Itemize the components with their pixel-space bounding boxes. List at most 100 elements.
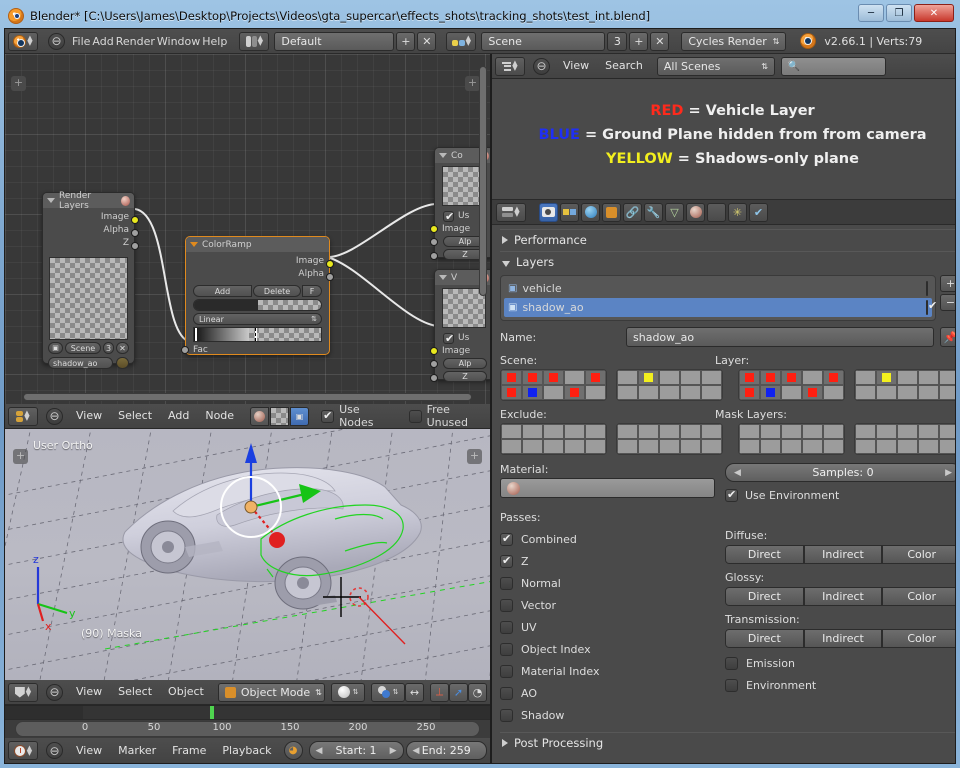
colorramp-f-button[interactable]: F [302,285,322,297]
pass-vector-checkbox[interactable] [500,598,513,612]
layer-cell[interactable] [802,385,823,400]
layer-cell[interactable] [543,385,564,400]
use-nodes-checkbox[interactable] [321,409,335,423]
colorramp-stop-handle[interactable] [254,328,257,341]
node-input-alpha-field[interactable]: Alp [443,358,487,369]
properties-panel[interactable]: Performance Layers ▣ vehicle ▣ shadow_ao… [492,225,955,763]
glossy-color-button[interactable]: Color [882,587,955,606]
pass-row-uv[interactable]: UV [500,616,715,638]
compositing-icon[interactable]: ▣ [290,406,310,426]
socket-alpha-in[interactable] [430,238,438,246]
pass-ao-checkbox[interactable] [500,686,513,700]
pass-row-z[interactable]: Z [500,550,715,572]
timeline-frame-band[interactable] [5,706,490,720]
diffuse-indirect-button[interactable]: Indirect [803,545,883,564]
layer-cell[interactable] [701,370,722,385]
render-layer-grid-block2[interactable] [854,369,955,401]
samples-slider[interactable]: ◀ Samples: 0 ▶ [725,463,955,482]
screen-add-button[interactable]: + [396,31,416,51]
minimize-button[interactable]: ─ [858,4,884,22]
chevron-right-icon[interactable]: ▶ [945,468,952,478]
render-layer-row-vehicle[interactable]: ▣ vehicle [504,279,932,298]
material-shading-icon[interactable] [250,406,270,426]
properties-tab-scene[interactable] [560,202,579,222]
exclude-grid-block1[interactable] [500,423,607,455]
layer-cell[interactable] [522,385,543,400]
scene-layers-grid-block2[interactable] [616,369,723,401]
socket-image-out[interactable] [131,216,139,224]
layer-cell[interactable] [585,385,606,400]
scene-delete-button[interactable]: ✕ [650,31,670,51]
editor-type-selector-node[interactable]: ▲ ▼ [8,406,38,426]
layer-cell[interactable] [543,370,564,385]
render-layer-enable-checkbox[interactable] [926,281,928,296]
use-environment-checkbox[interactable] [725,488,738,502]
transform-orientation-dropdown[interactable]: ◔ [468,682,487,702]
node-scene-field[interactable]: Scene [65,342,101,354]
menu-add[interactable]: Add [92,35,113,48]
transform-arrow-icon[interactable]: ➚ [449,682,468,702]
glossy-indirect-button[interactable]: Indirect [803,587,883,606]
layer-cell[interactable] [585,370,606,385]
viewport-menu-object[interactable]: Object [160,683,212,701]
editor-type-selector-properties[interactable]: ▲ ▼ [496,202,526,222]
screen-delete-button[interactable]: ✕ [417,31,437,51]
editor-type-selector-3dview[interactable]: ▲ ▼ [8,682,38,702]
scene-layers-grid-block1[interactable] [500,369,607,401]
render-refresh-icon[interactable] [116,357,129,369]
socket-image-in[interactable] [430,347,438,355]
editor-type-selector-info[interactable]: ▲ ▼ [8,31,38,51]
pass-material-index-checkbox[interactable] [500,664,513,678]
composite-use-checkbox[interactable] [443,210,454,223]
free-unused-checkbox[interactable] [408,409,422,423]
colorramp-interpolation-dropdown[interactable]: Linear ⇅ [193,313,322,325]
interaction-mode-dropdown[interactable]: Object Mode ⇅ [217,682,325,702]
layer-cell[interactable] [680,370,701,385]
exclude-grid-block2[interactable] [616,423,723,455]
pass-row-normal[interactable]: Normal [500,572,715,594]
viewer-use-checkbox[interactable] [443,332,454,345]
transmission-color-button[interactable]: Color [882,629,955,648]
layer-cell[interactable] [855,370,876,385]
pass-row-material-index[interactable]: Material Index [500,660,715,682]
sync-icon[interactable]: ◕ [283,741,303,760]
node-menu-select[interactable]: Select [110,407,160,425]
pass-z-checkbox[interactable] [500,554,513,568]
viewport-properties-toggle[interactable]: + [467,449,482,464]
pass-row-environment[interactable]: Environment [725,674,955,696]
mask-grid-block2[interactable] [854,423,955,455]
socket-z-out[interactable] [131,242,139,250]
socket-alpha-out[interactable] [326,273,334,281]
diffuse-direct-button[interactable]: Direct [725,545,804,564]
layer-cell[interactable] [501,370,522,385]
properties-tab-texture[interactable] [707,202,726,222]
node-toolbar-toggle-left[interactable]: + [11,76,26,91]
panel-performance[interactable]: Performance [500,229,955,250]
menu-render[interactable]: Render [116,35,155,48]
layer-cell[interactable] [760,370,781,385]
layer-cell[interactable] [802,370,823,385]
layer-cell[interactable] [659,370,680,385]
properties-tab-material[interactable] [686,202,705,222]
mask-grid-block1[interactable] [738,423,845,455]
transmission-pass-buttons[interactable]: Direct Indirect Color [725,629,955,648]
collapse-triangle-icon[interactable] [190,242,198,247]
node-colorramp[interactable]: ColorRamp Image Alpha Add Delete F Linea… [181,236,334,355]
end-frame-slider[interactable]: ◀ End: 259 [405,741,487,760]
layer-cell[interactable] [855,385,876,400]
node-scene-unlink-button[interactable]: ✕ [116,342,129,354]
node-colorramp-header[interactable]: ColorRamp [186,237,329,252]
node-render-layers[interactable]: Render Layers Image Alpha Z ▣ Scene 3 ✕ … [42,191,139,369]
render-layer-grid-block1[interactable] [738,369,845,401]
collapse-triangle-icon[interactable] [439,275,447,280]
properties-tab-object[interactable] [602,202,621,222]
texture-icon[interactable] [270,406,290,426]
menu-window[interactable]: Window [157,35,200,48]
layer-cell[interactable] [680,385,701,400]
pass-row-vector[interactable]: Vector [500,594,715,616]
node-editor-canvas[interactable]: Render Layers Image Alpha Z ▣ Scene 3 ✕ … [5,54,490,404]
scene-add-button[interactable]: + [629,31,649,51]
chevron-left-icon[interactable]: ◀ [734,468,741,478]
outliner-menu-search[interactable]: Search [597,57,651,75]
render-layer-name-input[interactable]: shadow_ao [626,327,934,347]
